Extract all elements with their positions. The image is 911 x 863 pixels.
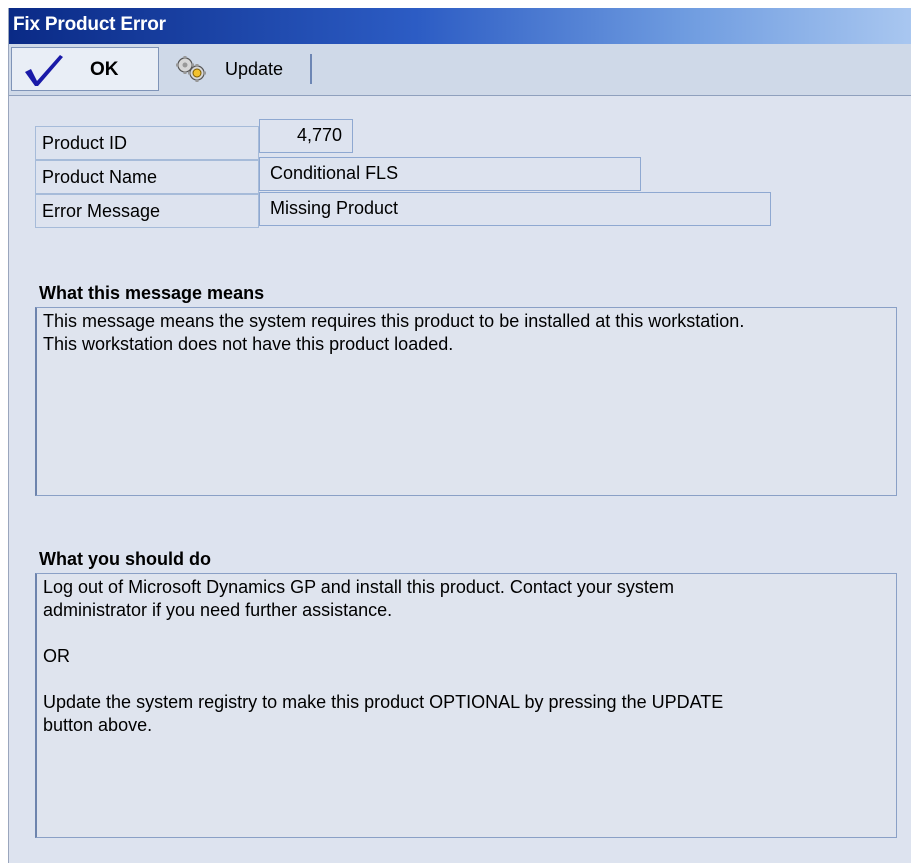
meaning-line: This message means the system requires t…: [43, 311, 745, 331]
toolbar-separator: [310, 54, 312, 84]
product-name-label: Product Name: [35, 160, 259, 194]
meaning-textbox[interactable]: This message means the system requires t…: [35, 307, 897, 496]
product-id-label: Product ID: [35, 126, 259, 160]
product-name-field[interactable]: Conditional FLS: [259, 157, 641, 191]
update-label: Update: [225, 59, 284, 79]
action-line: Log out of Microsoft Dynamics GP and ins…: [43, 577, 674, 597]
ok-button[interactable]: OK: [11, 47, 159, 91]
action-heading: What you should do: [39, 549, 211, 569]
ok-label: OK: [90, 59, 119, 80]
meaning-heading: What this message means: [39, 283, 265, 303]
action-line: administrator if you need further assist…: [43, 600, 393, 620]
fix-product-error-window: Fix Product Error OK Update Product ID 4…: [8, 8, 911, 863]
toolbar: OK Update: [9, 44, 911, 96]
gears-icon: [176, 56, 206, 82]
update-button[interactable]: Update: [167, 47, 315, 91]
action-textbox[interactable]: Log out of Microsoft Dynamics GP and ins…: [35, 573, 897, 838]
error-message-field[interactable]: Missing Product: [259, 192, 771, 226]
window-title: Fix Product Error: [13, 14, 166, 35]
action-line: OR: [43, 646, 70, 666]
checkmark-icon: [25, 55, 63, 86]
action-line: Update the system registry to make this …: [43, 692, 724, 712]
meaning-line: This workstation does not have this prod…: [43, 334, 454, 354]
title-bar: Fix Product Error: [9, 8, 911, 44]
product-id-field[interactable]: 4,770: [259, 119, 353, 153]
error-message-label: Error Message: [35, 194, 259, 228]
action-line: button above.: [43, 715, 153, 735]
